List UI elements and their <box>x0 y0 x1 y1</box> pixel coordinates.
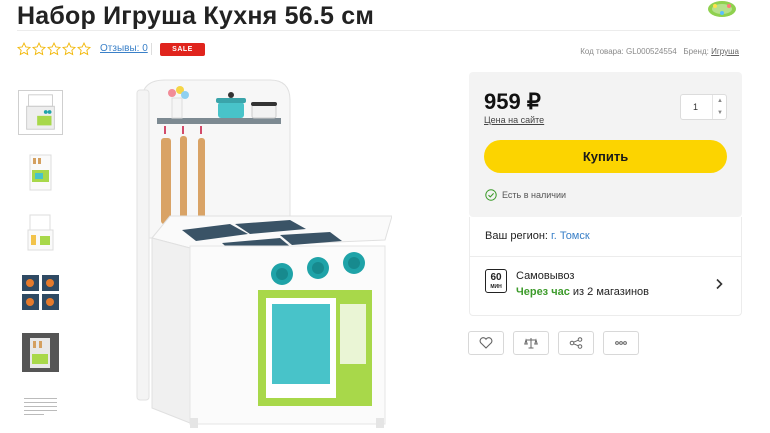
brand-label: Бренд: <box>683 47 709 56</box>
buy-panel: 959 ₽ Цена на сайте 1 ▲ ▼ Купить Есть в … <box>469 72 742 217</box>
region-label: Ваш регион: <box>485 230 548 242</box>
thumbnail-image <box>27 214 54 251</box>
delivery-panel: Ваш регион: г. Томск 60 МИН Самовывоз Че… <box>469 217 742 316</box>
pickup-details: Через час из 2 магазинов <box>516 286 649 298</box>
thumbnail-image <box>29 154 52 191</box>
sale-badge: SALE <box>160 43 205 56</box>
thumbnail[interactable] <box>18 390 63 433</box>
chevron-down-icon[interactable]: ▼ <box>713 107 727 119</box>
page-title: Набор Игруша Кухня 56.5 см <box>17 2 375 30</box>
rating-stars[interactable] <box>17 42 91 56</box>
region-selector[interactable]: Ваш регион: г. Томск <box>485 230 590 242</box>
compare-button[interactable] <box>513 331 549 355</box>
thumbnail[interactable] <box>18 330 63 375</box>
quantity-value[interactable]: 1 <box>693 102 698 112</box>
chevron-up-icon[interactable]: ▲ <box>713 95 727 107</box>
share-icon <box>569 337 583 349</box>
heart-icon <box>479 337 493 349</box>
sku-value: GL000524554 <box>626 47 677 56</box>
product-meta: Код товара: GL000524554 Бренд: Игруша <box>580 47 739 56</box>
thumbnail-image <box>24 398 57 415</box>
price: 959 ₽ <box>484 89 541 114</box>
divider <box>470 256 741 257</box>
star-icon <box>77 42 91 56</box>
region-city-link[interactable]: г. Томск <box>551 230 590 242</box>
share-button[interactable] <box>558 331 594 355</box>
product-page: Набор Игруша Кухня 56.5 см Отзывы: 0 SAL… <box>0 0 770 433</box>
quantity-arrows: ▲ ▼ <box>712 95 726 119</box>
pickup-time: Через час <box>516 286 570 298</box>
thumbnail-image <box>26 94 55 130</box>
more-button[interactable] <box>603 331 639 355</box>
quantity-stepper[interactable]: 1 ▲ ▼ <box>680 94 727 120</box>
brand-logo-icon <box>708 1 736 17</box>
star-icon <box>47 42 61 56</box>
chevron-right-icon[interactable] <box>714 278 724 290</box>
thumbnail[interactable] <box>18 270 63 315</box>
product-image <box>136 79 392 428</box>
pickup-stores: из 2 магазинов <box>572 286 649 298</box>
check-circle-icon <box>485 189 497 201</box>
star-icon <box>62 42 76 56</box>
thumbnail-image <box>22 275 59 310</box>
reviews-link[interactable]: Отзывы: 0 <box>100 43 148 54</box>
action-buttons <box>468 331 639 355</box>
thumbnail[interactable] <box>18 90 63 135</box>
star-icon <box>17 42 31 56</box>
pickup-title: Самовывоз <box>516 270 575 282</box>
price-note[interactable]: Цена на сайте <box>484 115 544 125</box>
sku-label: Код товара: <box>580 47 624 56</box>
favorite-button[interactable] <box>468 331 504 355</box>
buy-button[interactable]: Купить <box>484 140 727 173</box>
brand-link[interactable]: Игруша <box>711 47 739 56</box>
thumbnail[interactable] <box>18 150 63 195</box>
pickup-timer-icon: 60 МИН <box>485 269 507 293</box>
compare-scales-icon <box>524 338 538 349</box>
more-dots-icon <box>615 341 627 345</box>
stock-label: Есть в наличии <box>502 190 566 200</box>
stock-status: Есть в наличии <box>485 189 566 201</box>
pickup-unit: МИН <box>490 284 502 290</box>
thumbnail[interactable] <box>18 210 63 255</box>
pickup-minutes: 60 <box>490 272 502 283</box>
divider <box>151 43 152 55</box>
star-icon <box>32 42 46 56</box>
divider <box>17 30 740 31</box>
thumbnail-image <box>22 333 59 372</box>
